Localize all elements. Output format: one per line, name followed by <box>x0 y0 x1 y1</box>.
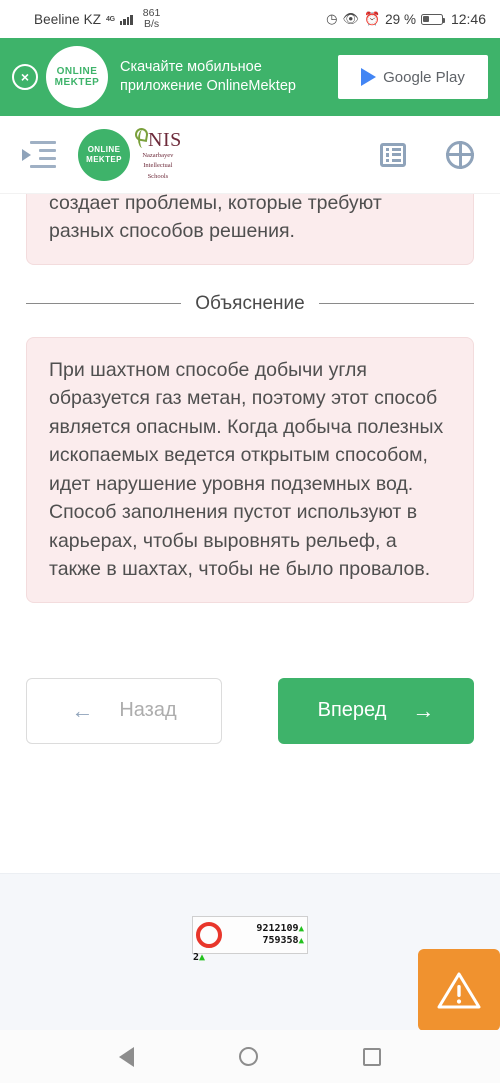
up-triangle-icon-2: ▲ <box>298 936 304 946</box>
back-button-label: Назад <box>119 699 177 722</box>
counter-value-top: 9212109 <box>256 923 299 935</box>
nis-acronym: NIS <box>148 128 182 151</box>
divider-line-left <box>26 303 182 305</box>
data-speed-indicator: 861 B/s <box>143 7 161 30</box>
clock-time: 12:46 <box>450 11 486 27</box>
explanation-heading: Объяснение <box>195 292 305 314</box>
google-play-icon <box>361 68 377 86</box>
promo-text: Скачайте мобильное приложение OnlineMekt… <box>120 58 296 94</box>
nav-home-icon[interactable] <box>239 1047 258 1066</box>
forward-button[interactable]: Вперед → <box>278 677 474 744</box>
divider-line-right <box>318 303 474 305</box>
battery-icon <box>420 13 446 25</box>
visitor-counter-widget[interactable]: 9212109▲ 759358▲ <box>192 916 308 954</box>
logo-line-2: MEKTEP <box>54 77 100 88</box>
list-view-icon[interactable] <box>380 142 406 167</box>
warning-triangle-icon <box>437 972 481 1009</box>
status-bar-right: ◷ 👁 ⏰ 29 % 12:46 <box>326 11 486 27</box>
android-navigation-bar <box>0 1030 500 1083</box>
forward-button-label: Вперед <box>317 699 387 722</box>
language-globe-icon[interactable] <box>446 140 474 169</box>
app-header: ONLINE MEKTEP NIS Nazarbayev Intellectua… <box>0 116 500 194</box>
signal-strength-icon <box>119 14 133 25</box>
back-button[interactable]: ← Назад <box>26 677 222 744</box>
google-play-label: Google Play <box>383 68 465 86</box>
counter-ring-icon <box>196 922 222 948</box>
onlinemektep-logo: ONLINE MEKTEP <box>46 46 108 108</box>
data-speed-unit: B/s <box>143 18 160 30</box>
counter-value-bottom: 759358 <box>262 935 299 946</box>
bottom-ad-area: 9212109▲ 759358▲ 2▲ <box>0 873 500 1031</box>
nis-sub-line-1: Nazarbayev <box>142 151 174 159</box>
google-play-button[interactable]: Google Play <box>338 55 488 99</box>
status-bar: Beeline KZ 4G 861 B/s ◷ 👁 ⏰ 29 % 12:46 <box>0 0 500 38</box>
nav-recents-icon[interactable] <box>363 1047 381 1066</box>
leaf-icon <box>134 128 147 150</box>
explanation-card: При шахтном способе добычи угля образует… <box>26 336 474 603</box>
status-bar-left: Beeline KZ 4G 861 B/s <box>34 7 161 30</box>
question-card: создает проблемы, которые требуют разных… <box>26 194 474 265</box>
app-promo-banner[interactable]: × ONLINE MEKTEP Скачайте мобильное прило… <box>0 38 500 116</box>
arrow-right-icon: → <box>412 697 435 723</box>
up-triangle-icon-3: ▲ <box>199 952 206 963</box>
header-logo-line-1: ONLINE <box>87 144 121 154</box>
expand-sidebar-icon[interactable] <box>22 140 56 169</box>
nis-sub-line-3: Schools <box>147 172 169 180</box>
up-triangle-icon: ▲ <box>298 924 304 935</box>
history-icon: ◷ <box>326 11 338 26</box>
counter-row-bottom: 759358▲ <box>256 935 304 947</box>
explanation-divider: Объяснение <box>26 293 474 315</box>
counter-corner-value: 2▲ <box>193 952 205 963</box>
close-icon[interactable]: × <box>12 64 38 90</box>
nis-partner-logo: NIS Nazarbayev Intellectual Schools <box>134 128 182 181</box>
network-type-icon: 4G <box>106 15 115 23</box>
warning-button[interactable] <box>418 949 500 1031</box>
navigation-buttons: ← Назад Вперед → <box>26 677 474 744</box>
eye-care-icon: 👁 <box>342 11 359 26</box>
nis-sub-line-2: Intellectual <box>143 162 173 170</box>
header-brand-logo[interactable]: ONLINE MEKTEP <box>78 128 130 181</box>
counter-row-top: 9212109▲ <box>256 923 304 935</box>
header-actions <box>380 140 474 169</box>
logo-line-1: ONLINE <box>56 65 98 77</box>
carrier-name: Beeline KZ <box>34 11 102 27</box>
nav-back-icon[interactable] <box>119 1046 134 1067</box>
arrow-left-icon: ← <box>71 697 94 723</box>
header-logo-line-2: MEKTEP <box>86 154 122 164</box>
counter-values: 9212109▲ 759358▲ <box>256 923 304 947</box>
alarm-clock-icon: ⏰ <box>363 11 381 26</box>
lesson-content: создает проблемы, которые требуют разных… <box>0 194 500 954</box>
battery-percent: 29 % <box>385 11 416 27</box>
